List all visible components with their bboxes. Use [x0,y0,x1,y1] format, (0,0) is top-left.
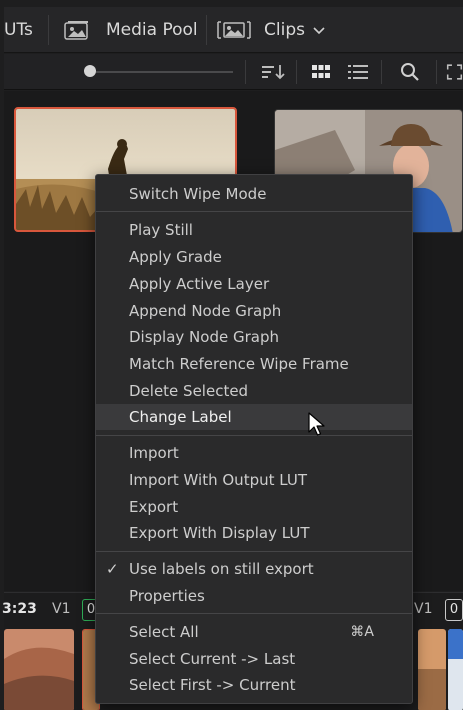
zoom-slider-handle[interactable] [84,65,96,77]
track-label: V1 [52,601,71,617]
menu-item-label: Play Still [129,221,193,239]
menu-item-use-labels-on-still-export[interactable]: ✓ Use labels on still export [96,556,412,582]
timeline-clip[interactable] [418,629,446,710]
menu-divider [96,551,412,552]
media-pool-icon [64,20,90,40]
menu-item-label: Export [129,498,179,516]
grid-view-icon[interactable] [309,58,333,86]
context-menu: Switch Wipe Mode Play Still Apply Grade … [95,174,413,704]
menu-item-label: Select First -> Current [129,676,296,694]
menu-item-label: Select Current -> Last [129,650,296,668]
menu-item-apply-grade[interactable]: Apply Grade [96,244,412,270]
menu-item-properties[interactable]: Properties [96,583,412,609]
menu-item-label: Match Reference Wipe Frame [129,355,349,373]
gallery-toolbar [4,54,463,90]
track-label: V1 [414,601,433,617]
menu-item-append-node-graph[interactable]: Append Node Graph [96,298,412,324]
menu-item-select-all[interactable]: Select All ⌘A [96,619,412,645]
clips-icon [216,20,254,40]
menu-item-apply-active-layer[interactable]: Apply Active Layer [96,271,412,297]
menu-item-label: Append Node Graph [129,302,282,320]
expand-icon[interactable] [446,58,463,86]
menu-item-label: Delete Selected [129,382,249,400]
menu-item-label: Change Label [129,408,232,426]
search-icon[interactable] [398,58,422,86]
divider [48,15,49,45]
divider [296,60,297,84]
menu-item-import-with-output-lut[interactable]: Import With Output LUT [96,467,412,493]
tab-luts-label: UTs [4,20,33,40]
menu-item-label: Import [129,444,179,462]
checkmark-icon: ✓ [106,560,119,578]
menu-item-label: Use labels on still export [129,560,314,578]
clip-number-badge: 0 [445,599,463,621]
zoom-slider[interactable] [89,71,233,73]
menu-item-label: Properties [129,587,205,605]
shortcut-label: ⌘A [350,624,374,640]
divider [245,60,246,84]
menu-item-switch-wipe-mode[interactable]: Switch Wipe Mode [96,181,412,207]
menu-item-display-node-graph[interactable]: Display Node Graph [96,324,412,350]
menu-item-label: Apply Grade [129,248,222,266]
menu-item-select-current-last[interactable]: Select Current -> Last [96,646,412,672]
menu-item-label: Export With Display LUT [129,524,310,542]
menu-item-play-still[interactable]: Play Still [96,217,412,243]
sort-icon[interactable] [260,58,286,86]
clips-dropdown[interactable]: Clips [216,7,325,53]
menu-item-label: Select All [129,623,199,641]
menu-item-label: Switch Wipe Mode [129,185,267,203]
menu-item-change-label[interactable]: Change Label [96,404,412,430]
tab-media-pool-label: Media Pool [106,20,198,40]
clips-dropdown-label: Clips [264,20,305,40]
menu-divider [96,435,412,436]
menu-item-label: Display Node Graph [129,328,279,346]
menu-item-import[interactable]: Import [96,440,412,466]
menu-divider [96,211,412,212]
timeline-clip[interactable] [448,629,463,710]
menu-item-label: Import With Output LUT [129,471,308,489]
menu-item-export-with-display-lut[interactable]: Export With Display LUT [96,520,412,546]
menu-item-delete-selected[interactable]: Delete Selected [96,378,412,404]
menu-item-export[interactable]: Export [96,494,412,520]
divider [381,60,382,84]
tab-luts[interactable]: UTs [4,7,33,53]
list-view-icon[interactable] [346,58,370,86]
menu-item-label: Apply Active Layer [129,275,270,293]
divider [206,15,207,45]
chevron-down-icon [313,20,325,40]
mouse-cursor-icon [308,412,326,438]
menu-divider [96,613,412,614]
tab-media-pool[interactable]: Media Pool [64,7,198,53]
timeline-clip[interactable] [4,629,74,710]
divider [436,60,437,84]
timecode: 3:23 [2,601,37,617]
menu-item-match-reference-wipe-frame[interactable]: Match Reference Wipe Frame [96,351,412,377]
menu-item-select-first-current[interactable]: Select First -> Current [96,672,412,698]
page-header: UTs Media Pool Clips [4,7,463,53]
